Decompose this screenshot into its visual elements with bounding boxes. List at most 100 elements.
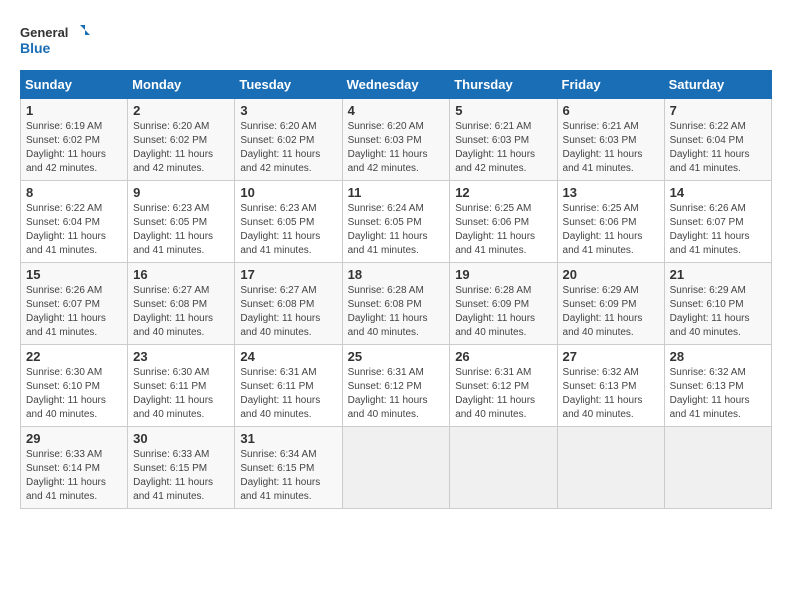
calendar-cell: 26 Sunrise: 6:31 AMSunset: 6:12 PMDaylig… [450,345,557,427]
day-info: Sunrise: 6:27 AMSunset: 6:08 PMDaylight:… [133,285,213,338]
day-number: 2 [133,103,229,118]
logo: General Blue [20,20,90,60]
day-number: 11 [348,185,445,200]
calendar-cell: 1 Sunrise: 6:19 AMSunset: 6:02 PMDayligh… [21,99,128,181]
day-info: Sunrise: 6:34 AMSunset: 6:15 PMDaylight:… [240,449,320,502]
header-friday: Friday [557,71,664,99]
day-number: 1 [26,103,122,118]
calendar-cell [664,427,771,509]
day-number: 4 [348,103,445,118]
day-info: Sunrise: 6:33 AMSunset: 6:14 PMDaylight:… [26,449,106,502]
calendar-header-row: SundayMondayTuesdayWednesdayThursdayFrid… [21,71,772,99]
day-number: 8 [26,185,122,200]
day-info: Sunrise: 6:21 AMSunset: 6:03 PMDaylight:… [563,121,643,174]
header-saturday: Saturday [664,71,771,99]
day-number: 6 [563,103,659,118]
day-info: Sunrise: 6:25 AMSunset: 6:06 PMDaylight:… [455,203,535,256]
day-info: Sunrise: 6:29 AMSunset: 6:09 PMDaylight:… [563,285,643,338]
header-thursday: Thursday [450,71,557,99]
calendar-cell: 29 Sunrise: 6:33 AMSunset: 6:14 PMDaylig… [21,427,128,509]
day-info: Sunrise: 6:28 AMSunset: 6:08 PMDaylight:… [348,285,428,338]
logo-svg: General Blue [20,20,90,60]
calendar-week-row: 1 Sunrise: 6:19 AMSunset: 6:02 PMDayligh… [21,99,772,181]
day-number: 17 [240,267,336,282]
day-info: Sunrise: 6:20 AMSunset: 6:03 PMDaylight:… [348,121,428,174]
calendar-cell: 12 Sunrise: 6:25 AMSunset: 6:06 PMDaylig… [450,181,557,263]
day-info: Sunrise: 6:26 AMSunset: 6:07 PMDaylight:… [26,285,106,338]
calendar-cell: 11 Sunrise: 6:24 AMSunset: 6:05 PMDaylig… [342,181,450,263]
calendar-cell [450,427,557,509]
day-number: 12 [455,185,551,200]
day-number: 29 [26,431,122,446]
calendar-cell: 22 Sunrise: 6:30 AMSunset: 6:10 PMDaylig… [21,345,128,427]
day-info: Sunrise: 6:32 AMSunset: 6:13 PMDaylight:… [563,367,643,420]
day-info: Sunrise: 6:22 AMSunset: 6:04 PMDaylight:… [26,203,106,256]
day-number: 9 [133,185,229,200]
calendar-cell: 28 Sunrise: 6:32 AMSunset: 6:13 PMDaylig… [664,345,771,427]
day-number: 23 [133,349,229,364]
calendar-cell [342,427,450,509]
day-number: 18 [348,267,445,282]
calendar-cell: 23 Sunrise: 6:30 AMSunset: 6:11 PMDaylig… [128,345,235,427]
day-number: 20 [563,267,659,282]
calendar-cell: 4 Sunrise: 6:20 AMSunset: 6:03 PMDayligh… [342,99,450,181]
day-number: 24 [240,349,336,364]
day-number: 15 [26,267,122,282]
day-info: Sunrise: 6:23 AMSunset: 6:05 PMDaylight:… [240,203,320,256]
logo-general: General [20,25,68,40]
calendar-cell: 25 Sunrise: 6:31 AMSunset: 6:12 PMDaylig… [342,345,450,427]
day-number: 27 [563,349,659,364]
calendar-cell: 10 Sunrise: 6:23 AMSunset: 6:05 PMDaylig… [235,181,342,263]
calendar-week-row: 29 Sunrise: 6:33 AMSunset: 6:14 PMDaylig… [21,427,772,509]
day-info: Sunrise: 6:31 AMSunset: 6:12 PMDaylight:… [455,367,535,420]
day-info: Sunrise: 6:31 AMSunset: 6:12 PMDaylight:… [348,367,428,420]
day-number: 31 [240,431,336,446]
calendar-week-row: 8 Sunrise: 6:22 AMSunset: 6:04 PMDayligh… [21,181,772,263]
calendar-cell [557,427,664,509]
day-number: 5 [455,103,551,118]
calendar-cell: 3 Sunrise: 6:20 AMSunset: 6:02 PMDayligh… [235,99,342,181]
calendar-cell: 5 Sunrise: 6:21 AMSunset: 6:03 PMDayligh… [450,99,557,181]
day-info: Sunrise: 6:30 AMSunset: 6:10 PMDaylight:… [26,367,106,420]
calendar-cell: 24 Sunrise: 6:31 AMSunset: 6:11 PMDaylig… [235,345,342,427]
calendar-cell: 9 Sunrise: 6:23 AMSunset: 6:05 PMDayligh… [128,181,235,263]
day-number: 7 [670,103,766,118]
header-sunday: Sunday [21,71,128,99]
header-tuesday: Tuesday [235,71,342,99]
day-info: Sunrise: 6:26 AMSunset: 6:07 PMDaylight:… [670,203,750,256]
calendar-cell: 20 Sunrise: 6:29 AMSunset: 6:09 PMDaylig… [557,263,664,345]
calendar-table: SundayMondayTuesdayWednesdayThursdayFrid… [20,70,772,509]
day-number: 22 [26,349,122,364]
day-info: Sunrise: 6:23 AMSunset: 6:05 PMDaylight:… [133,203,213,256]
day-number: 3 [240,103,336,118]
calendar-cell: 2 Sunrise: 6:20 AMSunset: 6:02 PMDayligh… [128,99,235,181]
day-info: Sunrise: 6:30 AMSunset: 6:11 PMDaylight:… [133,367,213,420]
calendar-cell: 14 Sunrise: 6:26 AMSunset: 6:07 PMDaylig… [664,181,771,263]
day-info: Sunrise: 6:21 AMSunset: 6:03 PMDaylight:… [455,121,535,174]
calendar-cell: 31 Sunrise: 6:34 AMSunset: 6:15 PMDaylig… [235,427,342,509]
day-number: 14 [670,185,766,200]
day-info: Sunrise: 6:29 AMSunset: 6:10 PMDaylight:… [670,285,750,338]
day-number: 25 [348,349,445,364]
day-info: Sunrise: 6:22 AMSunset: 6:04 PMDaylight:… [670,121,750,174]
day-number: 16 [133,267,229,282]
day-number: 30 [133,431,229,446]
calendar-cell: 17 Sunrise: 6:27 AMSunset: 6:08 PMDaylig… [235,263,342,345]
day-number: 28 [670,349,766,364]
day-number: 19 [455,267,551,282]
calendar-cell: 7 Sunrise: 6:22 AMSunset: 6:04 PMDayligh… [664,99,771,181]
day-info: Sunrise: 6:32 AMSunset: 6:13 PMDaylight:… [670,367,750,420]
day-number: 21 [670,267,766,282]
calendar-cell: 21 Sunrise: 6:29 AMSunset: 6:10 PMDaylig… [664,263,771,345]
header-wednesday: Wednesday [342,71,450,99]
calendar-cell: 8 Sunrise: 6:22 AMSunset: 6:04 PMDayligh… [21,181,128,263]
day-info: Sunrise: 6:31 AMSunset: 6:11 PMDaylight:… [240,367,320,420]
day-info: Sunrise: 6:19 AMSunset: 6:02 PMDaylight:… [26,121,106,174]
day-info: Sunrise: 6:24 AMSunset: 6:05 PMDaylight:… [348,203,428,256]
day-info: Sunrise: 6:28 AMSunset: 6:09 PMDaylight:… [455,285,535,338]
day-info: Sunrise: 6:20 AMSunset: 6:02 PMDaylight:… [133,121,213,174]
header-monday: Monday [128,71,235,99]
calendar-cell: 18 Sunrise: 6:28 AMSunset: 6:08 PMDaylig… [342,263,450,345]
calendar-cell: 16 Sunrise: 6:27 AMSunset: 6:08 PMDaylig… [128,263,235,345]
calendar-cell: 30 Sunrise: 6:33 AMSunset: 6:15 PMDaylig… [128,427,235,509]
